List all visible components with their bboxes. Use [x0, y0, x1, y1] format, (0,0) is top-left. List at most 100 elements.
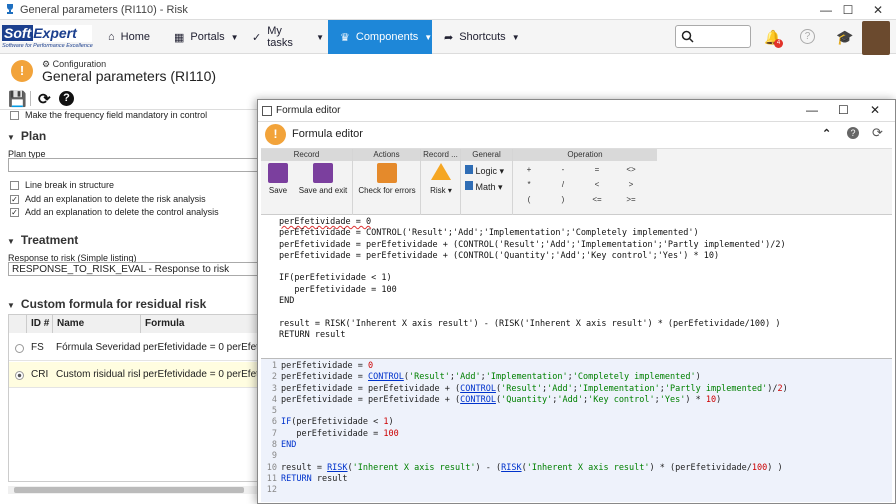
code-line: END: [279, 296, 295, 307]
line-number: 6: [271, 417, 277, 428]
op-divide[interactable]: /: [551, 180, 575, 189]
minimize-icon[interactable]: —: [806, 103, 818, 117]
help-icon[interactable]: ?: [847, 127, 859, 139]
checkbox-box[interactable]: [10, 180, 19, 190]
formula-text-area[interactable]: perEfetividade = 0 perEfetividade = CONTR…: [261, 215, 892, 355]
dialog-header-title: Formula editor: [292, 128, 363, 140]
code-text: RETURN result: [281, 473, 348, 484]
close-icon[interactable]: ✕: [860, 0, 896, 20]
nav-components[interactable]: ♛ Components ▼: [328, 20, 432, 54]
row-id: FS: [31, 342, 44, 353]
help-icon[interactable]: ?: [800, 29, 815, 44]
line-number: 7: [271, 428, 277, 439]
formula-editor-dialog: Formula editor — ☐ ✕ Formula editor ⌃ ? …: [257, 99, 896, 504]
nav-shortcuts[interactable]: ➦ Shortcuts ▼: [444, 20, 520, 54]
logic-dropdown[interactable]: Logic ▾: [465, 165, 504, 177]
table-row[interactable]: CRI Custom risidual risk perEfetividade …: [9, 362, 259, 388]
code-line: 3 perEfetividade = perEfetividade + (CONT…: [261, 384, 892, 395]
check-errors-button[interactable]: Check for errors: [355, 163, 419, 195]
logo-tagline: Software for Performance Excellence: [2, 43, 93, 49]
math-dropdown[interactable]: Math ▾: [465, 181, 503, 193]
nav-my-tasks[interactable]: ✓ My tasks ▼: [252, 20, 324, 54]
close-icon[interactable]: ✕: [870, 103, 880, 117]
ribbon-group-record: Record Save Save and exit: [261, 149, 353, 215]
op-open-paren[interactable]: (: [517, 195, 541, 204]
grid-header-id[interactable]: ID #: [27, 315, 53, 333]
linebreak-checkbox[interactable]: Line break in structure: [10, 180, 114, 190]
code-line: result = RISK('Inherent X axis result') …: [279, 318, 781, 329]
op-close-paren[interactable]: ): [551, 195, 575, 204]
save-button[interactable]: Save: [265, 163, 291, 195]
nav-home[interactable]: ⌂ Home: [108, 20, 168, 54]
response-field[interactable]: RESPONSE_TO_RISK_EVAL - Response to risk: [8, 262, 258, 276]
collapse-up-icon[interactable]: ⌃: [822, 127, 831, 140]
row-formula: perEfetividade = 0 perEfetivi: [143, 342, 257, 353]
softexpert-logo[interactable]: Soft Expert Software for Performance Exce…: [2, 25, 93, 51]
plan-section[interactable]: ▼ Plan: [0, 129, 46, 143]
caret-down-icon: ▼: [424, 32, 433, 42]
treatment-section[interactable]: ▼ Treatment: [0, 233, 78, 247]
code-line: 2 perEfetividade = CONTROL('Result';'Add'…: [261, 372, 892, 383]
risk-button[interactable]: Risk ▾: [427, 163, 455, 195]
code-line: perEfetividade = 100: [279, 284, 397, 295]
nav-portals[interactable]: ▦ Portals ▼: [174, 20, 239, 54]
op-less[interactable]: <: [585, 180, 609, 189]
op-greater[interactable]: >: [619, 180, 643, 189]
op-plus[interactable]: +: [517, 165, 541, 174]
dialog-window-title: Formula editor: [276, 105, 341, 116]
code-line: 9: [261, 451, 892, 462]
window-titlebar: General parameters (RI110) - Risk — ☐ ✕: [0, 0, 896, 20]
window-title: General parameters (RI110) - Risk: [20, 3, 188, 16]
graduation-cap-icon[interactable]: 🎓: [836, 29, 853, 46]
op-minus[interactable]: -: [551, 165, 575, 174]
checkbox-checked[interactable]: ✓: [10, 194, 19, 204]
notification-badge: 4: [774, 39, 783, 48]
caret-down-icon: ▼: [230, 32, 239, 42]
help-icon[interactable]: ?: [59, 91, 74, 106]
row-name: Fórmula Severidade: [56, 342, 140, 353]
row-radio-selected[interactable]: [15, 371, 24, 380]
nav-shortcuts-label: Shortcuts: [459, 31, 506, 43]
maximize-icon[interactable]: ☐: [838, 103, 849, 117]
delete-control-checkbox[interactable]: ✓ Add an explanation to delete the contro…: [10, 207, 219, 217]
line-number: 12: [266, 485, 277, 496]
refresh-icon[interactable]: ⟳: [38, 90, 51, 108]
trophy-icon: [7, 4, 13, 14]
save-and-exit-button[interactable]: Save and exit: [297, 163, 349, 195]
plan-type-field[interactable]: [8, 158, 258, 172]
search-input[interactable]: [675, 25, 751, 48]
grid-header-name[interactable]: Name: [53, 315, 141, 333]
code-line: 4 perEfetividade = perEfetividade + (CONT…: [261, 395, 892, 406]
frequency-checkbox[interactable]: Make the frequency field mandatory in co…: [10, 110, 207, 120]
portals-icon: ▦: [174, 31, 185, 44]
op-equal[interactable]: =: [585, 165, 609, 174]
custom-formula-section[interactable]: ▼ Custom formula for residual risk: [0, 297, 206, 311]
code-line: perEfetividade = perEfetividade + (CONTR…: [279, 250, 720, 261]
collapse-icon: ▼: [7, 301, 15, 310]
code-text: perEfetividade = CONTROL('Result';'Add';…: [281, 372, 701, 383]
row-radio[interactable]: [15, 344, 24, 353]
ribbon-group-operation: Operation + - = <> * / < > ( ) <= >=: [513, 149, 657, 215]
code-editor[interactable]: 1 perEfetividade = 0 2 perEfetividade = CON…: [261, 358, 892, 502]
code-line: 11 RETURN result: [261, 474, 892, 485]
window-icon: [262, 106, 272, 116]
table-row[interactable]: FS Fórmula Severidade perEfetividade = 0…: [9, 335, 259, 361]
avatar[interactable]: [862, 21, 890, 55]
op-multiply[interactable]: *: [517, 180, 541, 189]
code-line: 10 result = RISK('Inherent X axis result'…: [261, 463, 892, 474]
line-number: 2: [271, 372, 277, 383]
code-line: 6 IF(perEfetividade < 1): [261, 417, 892, 428]
code-text: result = RISK('Inherent X axis result') …: [281, 462, 783, 473]
refresh-icon[interactable]: ⟳: [872, 125, 883, 141]
checkbox-checked[interactable]: ✓: [10, 207, 19, 217]
delete-risk-checkbox[interactable]: ✓ Add an explanation to delete the risk a…: [10, 194, 206, 204]
op-not-equal[interactable]: <>: [619, 165, 643, 174]
code-line: perEfetividade = CONTROL('Result';'Add';…: [279, 228, 699, 239]
horizontal-scrollbar[interactable]: [8, 486, 260, 494]
op-greater-equal[interactable]: >=: [619, 195, 643, 204]
grid-header-formula[interactable]: Formula: [141, 315, 259, 333]
op-less-equal[interactable]: <=: [585, 195, 609, 204]
scrollbar-thumb[interactable]: [14, 487, 244, 493]
checkbox-box[interactable]: [10, 110, 19, 120]
save-icon[interactable]: 💾: [8, 90, 27, 108]
